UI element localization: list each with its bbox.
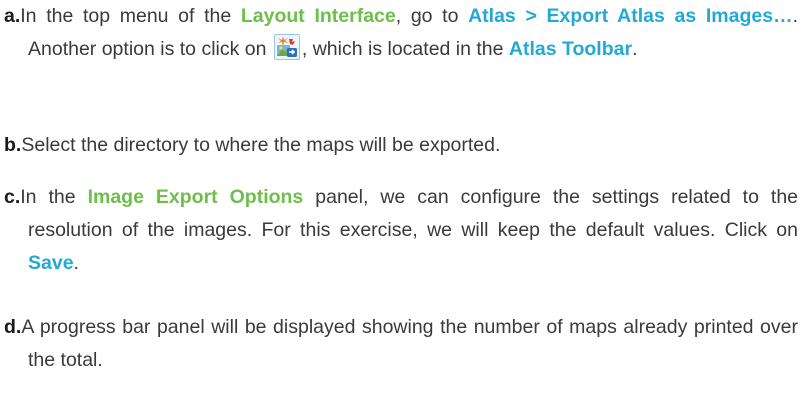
step-text: In the top menu of the [20, 5, 241, 27]
step-text: . [632, 38, 638, 60]
step-text: . [73, 252, 79, 274]
step-text: Select the directory to where the maps w… [21, 134, 501, 156]
step-marker: b. [4, 134, 22, 156]
save-term: Save [28, 252, 74, 274]
step-marker: a. [4, 5, 21, 27]
step-text: , which is located in the [301, 38, 509, 60]
instructions-document: a.In the top menu of the Layout Interfac… [0, 0, 806, 415]
step-marker: c. [4, 186, 21, 208]
step-text: In the [20, 186, 88, 208]
step-b: b.Select the directory to where the maps… [4, 129, 798, 162]
step-marker: d. [4, 316, 22, 338]
export-atlas-as-images-icon [273, 34, 300, 60]
atlas-toolbar-term: Atlas Toolbar [508, 38, 633, 60]
step-text: A progress bar panel will be displayed s… [21, 316, 798, 371]
step-d: d.A progress bar panel will be displayed… [4, 311, 798, 377]
step-c: c.In the Image Export Options panel, we … [4, 181, 798, 280]
layout-interface-term: Layout Interface [240, 5, 396, 27]
step-text: , go to [395, 5, 469, 27]
image-export-options-term: Image Export Options [87, 186, 304, 208]
menu-path-term: Atlas > Export Atlas as Images… [468, 5, 793, 27]
step-a: a.In the top menu of the Layout Interfac… [4, 0, 798, 66]
